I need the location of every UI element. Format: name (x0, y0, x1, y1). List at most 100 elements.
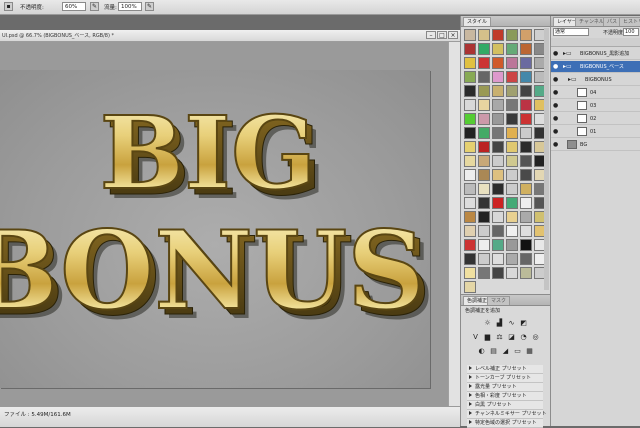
minimize-icon[interactable]: – (426, 31, 436, 39)
style-swatch[interactable] (478, 155, 490, 167)
style-swatch[interactable] (506, 155, 518, 167)
brightness-icon[interactable]: ☼ (483, 319, 492, 328)
style-swatch[interactable] (464, 155, 476, 167)
style-swatch[interactable] (506, 225, 518, 237)
expand-triangle-icon[interactable] (469, 393, 472, 397)
style-swatch[interactable] (478, 211, 490, 223)
expand-triangle-icon[interactable] (469, 384, 472, 388)
layer-row[interactable]: ● ▸▭ BIGBONUS_黒影追加 (551, 48, 640, 60)
pressure-icon[interactable]: ✎ (145, 2, 154, 11)
style-swatch[interactable] (506, 57, 518, 69)
style-swatch[interactable] (506, 169, 518, 181)
style-swatch[interactable] (478, 169, 490, 181)
style-swatch[interactable] (506, 85, 518, 97)
style-swatch[interactable] (478, 85, 490, 97)
style-swatch[interactable] (464, 99, 476, 111)
adjustment-preset-item[interactable]: 露光量 プリセット (467, 383, 543, 392)
style-swatch[interactable] (478, 141, 490, 153)
layer-opacity-input[interactable]: 100 (623, 28, 639, 36)
layer-row[interactable]: ● 02 (551, 113, 640, 125)
style-swatch[interactable] (492, 169, 504, 181)
style-swatch[interactable] (464, 281, 476, 293)
exposure-icon[interactable]: ◩ (519, 319, 528, 328)
expand-triangle-icon[interactable] (469, 411, 472, 415)
style-swatch[interactable] (506, 127, 518, 139)
levels-icon[interactable]: ▟ (495, 319, 504, 328)
visibility-eye-icon[interactable]: ● (553, 116, 559, 122)
style-swatch[interactable] (478, 43, 490, 55)
expand-triangle-icon[interactable] (469, 366, 472, 370)
visibility-eye-icon[interactable]: ● (553, 129, 559, 135)
style-swatch[interactable] (492, 239, 504, 251)
style-swatch[interactable] (492, 155, 504, 167)
style-swatch[interactable] (464, 197, 476, 209)
styles-scrollbar[interactable] (544, 28, 549, 290)
vertical-scrollbar[interactable] (448, 42, 460, 406)
selective-color-icon[interactable]: ▦ (525, 347, 534, 356)
style-swatch[interactable] (520, 211, 532, 223)
layer-row[interactable]: ● ▸▭ BIGBONUS (551, 74, 640, 86)
posterize-icon[interactable]: ▤ (489, 347, 498, 356)
style-swatch[interactable] (492, 71, 504, 83)
style-swatch[interactable] (520, 141, 532, 153)
style-swatch[interactable] (464, 71, 476, 83)
style-swatch[interactable] (478, 71, 490, 83)
style-swatch[interactable] (464, 141, 476, 153)
style-swatch[interactable] (464, 85, 476, 97)
style-swatch[interactable] (464, 57, 476, 69)
image-canvas[interactable]: BIG BONUS BIG BONUS BIG BONUS (0, 70, 435, 388)
style-swatch[interactable] (492, 43, 504, 55)
adjustment-preset-item[interactable]: 色相・彩度 プリセット (467, 392, 543, 401)
style-swatch[interactable] (520, 99, 532, 111)
style-swatch[interactable] (464, 267, 476, 279)
style-swatch[interactable] (478, 29, 490, 41)
style-swatch[interactable] (478, 225, 490, 237)
style-swatch[interactable] (506, 43, 518, 55)
maximize-icon[interactable]: □ (437, 31, 447, 39)
style-swatch[interactable] (520, 183, 532, 195)
style-swatch[interactable] (506, 113, 518, 125)
style-swatch[interactable] (478, 113, 490, 125)
style-swatch[interactable] (492, 141, 504, 153)
style-swatch[interactable] (492, 57, 504, 69)
adjustment-preset-item[interactable]: トーンカーブ プリセット (467, 374, 543, 383)
layer-row[interactable]: ● 04 (551, 87, 640, 99)
tab-masks[interactable]: マスク (487, 296, 511, 305)
style-swatch[interactable] (520, 267, 532, 279)
style-swatch[interactable] (478, 239, 490, 251)
style-swatch[interactable] (464, 253, 476, 265)
layer-row[interactable]: ● 01 (551, 126, 640, 138)
style-swatch[interactable] (478, 253, 490, 265)
style-swatch[interactable] (464, 225, 476, 237)
style-swatch[interactable] (506, 71, 518, 83)
style-swatch[interactable] (478, 57, 490, 69)
close-icon[interactable]: × (448, 31, 458, 39)
style-swatch[interactable] (492, 29, 504, 41)
vibrance-icon[interactable]: V (471, 333, 480, 342)
style-swatch[interactable] (506, 267, 518, 279)
airbrush-icon[interactable]: ✎ (90, 2, 99, 11)
style-swatch[interactable] (506, 253, 518, 265)
style-swatch[interactable] (464, 169, 476, 181)
style-swatch[interactable] (478, 267, 490, 279)
style-swatch[interactable] (520, 85, 532, 97)
visibility-eye-icon[interactable]: ● (553, 51, 559, 57)
style-swatch[interactable] (492, 253, 504, 265)
expand-triangle-icon[interactable] (469, 375, 472, 379)
style-swatch[interactable] (520, 71, 532, 83)
style-swatch[interactable] (492, 197, 504, 209)
adjustment-preset-item[interactable]: 特定色域の選択 プリセット (467, 419, 543, 428)
flow-input[interactable]: 100% (118, 2, 142, 11)
gradient-map-icon[interactable]: ▭ (513, 347, 522, 356)
document-tab[interactable]: UI.psd @ 66.7% (BIGBONUS_ベース, RGB/8) * –… (0, 30, 460, 42)
style-swatch[interactable] (478, 197, 490, 209)
style-swatch[interactable] (506, 239, 518, 251)
style-swatch[interactable] (492, 99, 504, 111)
style-swatch[interactable] (492, 225, 504, 237)
expand-triangle-icon[interactable] (469, 420, 472, 424)
expand-triangle-icon[interactable] (469, 402, 472, 406)
style-swatch[interactable] (492, 267, 504, 279)
visibility-eye-icon[interactable]: ● (553, 77, 559, 83)
tab-history[interactable]: ヒストリー (619, 17, 640, 26)
visibility-eye-icon[interactable]: ● (553, 64, 559, 70)
